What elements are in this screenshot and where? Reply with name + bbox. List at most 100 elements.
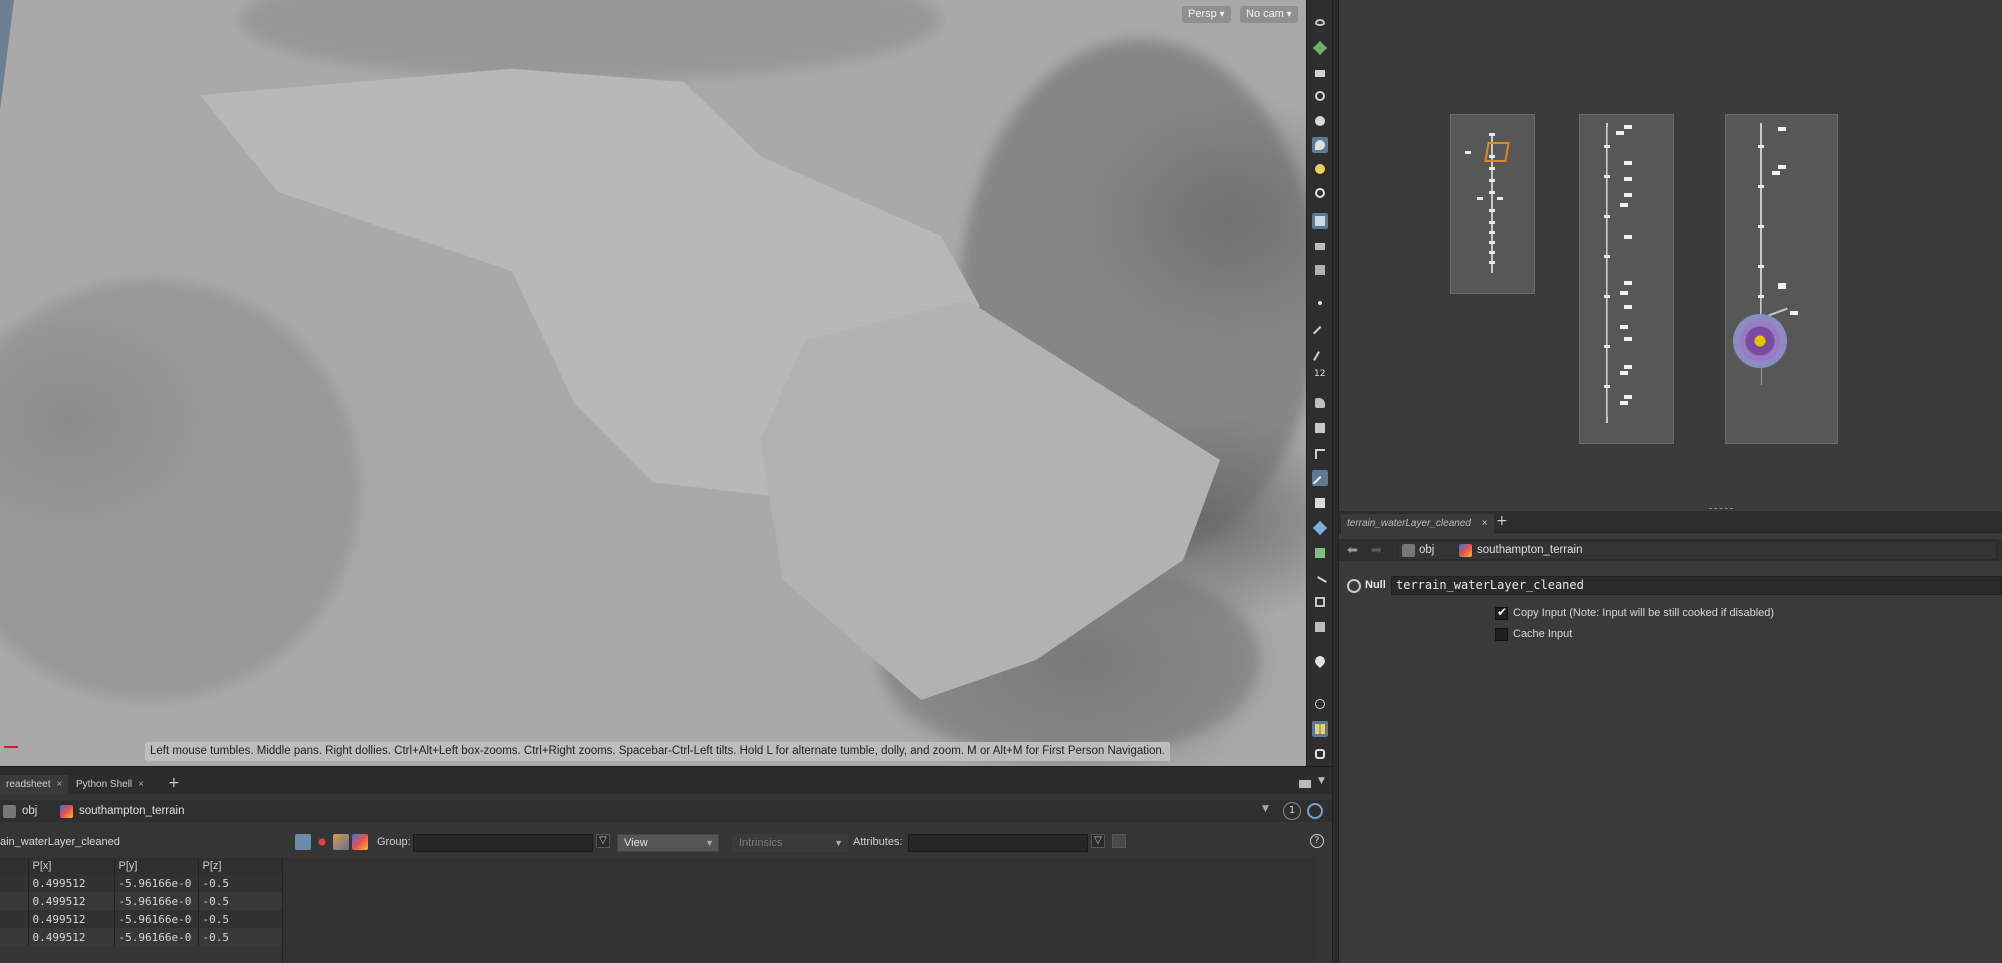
path-dropdown-icon[interactable]: ▼ [1262, 804, 1269, 814]
view-icon[interactable] [1312, 137, 1328, 153]
link-icon[interactable] [1307, 803, 1323, 819]
geo-icon[interactable] [1312, 40, 1328, 56]
table-row[interactable]: 0.499512 -5.96166e-0 -0.5 [0, 874, 283, 892]
lock-icon[interactable] [1312, 64, 1328, 80]
light-icon[interactable] [1312, 161, 1328, 177]
forward-arrow-icon[interactable]: ➡ [1371, 543, 1382, 558]
cell-px: 0.499512 [28, 874, 115, 892]
cell-py: -5.96166e-0 [114, 892, 199, 910]
perspective-dropdown[interactable]: Persp [1182, 6, 1231, 23]
select-icon[interactable] [1312, 470, 1328, 491]
node-name-field[interactable]: terrain_waterLayer_cleaned [1391, 576, 2002, 595]
info-icon[interactable] [1312, 696, 1328, 712]
cell-px: 0.499512 [28, 928, 115, 946]
column-header[interactable]: P[x] [28, 858, 115, 874]
pane-menu-icon[interactable] [1299, 780, 1311, 788]
back-arrow-icon[interactable]: ⬅ [1347, 543, 1358, 558]
node-gear-icon[interactable] [1347, 579, 1361, 593]
eye-icon[interactable] [1312, 16, 1328, 32]
obj-icon [3, 805, 16, 818]
selected-node-ring[interactable] [1733, 314, 1787, 368]
render-icon[interactable] [1312, 262, 1328, 278]
table-header-row: P[x] P[y] P[z] [0, 858, 283, 874]
path-obj[interactable]: obj [22, 803, 37, 820]
tab-close-icon[interactable]: × [1482, 518, 1488, 529]
attributes-field[interactable] [908, 834, 1088, 852]
point-icon[interactable] [1312, 295, 1328, 311]
cell-pz: -0.5 [198, 928, 283, 946]
chevron-down-icon[interactable]: ▼ [1318, 776, 1325, 786]
viewport-toolbar: 12 [1306, 0, 1332, 766]
sphere-icon[interactable] [1312, 113, 1328, 129]
vis-icon[interactable] [1312, 213, 1328, 229]
view-dropdown[interactable]: View ▼ [617, 834, 719, 852]
node-type-label: Null [1365, 579, 1386, 591]
terrain-urban-area [0, 280, 360, 700]
intrinsics-dropdown[interactable]: Intrinsics ▼ [732, 834, 848, 852]
network-box-left[interactable] [1450, 114, 1535, 294]
help-icon[interactable]: ? [1310, 834, 1324, 848]
network-box-right[interactable] [1725, 114, 1838, 444]
tab-close-icon[interactable]: × [56, 779, 62, 790]
group-filter-icon[interactable]: ▽ [596, 834, 610, 848]
copy-input-checkbox[interactable] [1495, 605, 1508, 620]
wire-icon[interactable] [1312, 594, 1328, 610]
paint-icon[interactable] [1312, 395, 1328, 411]
network-box-middle[interactable] [1579, 114, 1674, 444]
group-field[interactable] [413, 834, 593, 852]
viewport-hint-text: Left mouse tumbles. Middle pans. Right d… [145, 742, 1170, 761]
tab-node-params[interactable]: terrain_waterLayer_cleaned × [1341, 514, 1494, 533]
pane-split-vertical[interactable] [1332, 0, 1339, 963]
ground-icon[interactable] [1312, 545, 1328, 561]
add-tab-icon[interactable]: + [168, 775, 180, 791]
tab-spreadsheet[interactable]: readsheet × [0, 775, 69, 794]
bone-icon[interactable] [1312, 570, 1328, 590]
cell-py: -5.96166e-0 [114, 910, 199, 928]
display-icon[interactable] [1312, 746, 1328, 762]
cache-input-checkbox[interactable] [1495, 628, 1508, 641]
cell-px: 0.499512 [28, 910, 115, 928]
stamp-icon[interactable] [1312, 420, 1328, 436]
material-icon[interactable] [1312, 520, 1328, 536]
camera-icon[interactable] [1312, 238, 1328, 254]
texture-icon[interactable] [1312, 495, 1328, 511]
path-obj[interactable]: obj [1419, 542, 1434, 559]
spreadsheet-empty-area [282, 858, 1316, 962]
geometry-spreadsheet-pane: readsheet × Python Shell × + ▼ obj southam… [0, 774, 1332, 963]
primitives-mode-icon[interactable] [333, 834, 349, 850]
detail-mode-icon[interactable] [352, 834, 368, 850]
camera-dropdown[interactable]: No cam [1240, 6, 1298, 23]
node-label: ain_waterLayer_cleaned [0, 836, 120, 848]
scene-viewport[interactable]: Persp No cam Left mouse tumbles. Middle … [0, 0, 1306, 766]
brush-icon[interactable] [1312, 345, 1328, 365]
number-icon[interactable]: 12 [1312, 368, 1328, 384]
column-header[interactable]: P[z] [198, 858, 283, 874]
table-row[interactable]: 0.499512 -5.96166e-0 -0.5 [0, 928, 283, 946]
tab-label: terrain_waterLayer_cleaned [1347, 518, 1471, 529]
snap-icon[interactable] [1312, 88, 1328, 104]
add-tab-icon[interactable]: + [1496, 513, 1508, 529]
path-node[interactable]: southampton_terrain [1477, 542, 1582, 559]
points-mode-icon[interactable] [295, 834, 311, 850]
group-label: Group: [377, 836, 411, 848]
path-node[interactable]: southampton_terrain [79, 803, 184, 820]
layout-icon[interactable] [1312, 721, 1328, 737]
pane-split-horizontal[interactable] [0, 766, 1332, 774]
table-row[interactable]: 0.499512 -5.96166e-0 -0.5 [0, 892, 283, 910]
curve-icon[interactable] [1312, 446, 1328, 462]
light-alt-icon[interactable] [1312, 185, 1328, 201]
attributes-filter-icon[interactable]: ▽ [1091, 834, 1105, 848]
vertices-mode-icon[interactable] [314, 834, 330, 850]
tab-close-icon[interactable]: × [138, 779, 144, 790]
spreadsheet-table: P[x] P[y] P[z] 0.499512 -5.96166e-0 -0.5… [0, 858, 283, 946]
column-options-icon[interactable] [1112, 834, 1126, 848]
tab-python-shell[interactable]: Python Shell × [70, 775, 150, 794]
pin-badge[interactable]: 1 [1283, 802, 1301, 820]
column-header[interactable]: P[y] [114, 858, 199, 874]
table-row[interactable]: 0.499512 -5.96166e-0 -0.5 [0, 910, 283, 928]
store-icon[interactable] [1312, 619, 1328, 635]
pin-icon[interactable] [1312, 653, 1328, 669]
edge-icon[interactable] [1312, 320, 1328, 341]
network-editor[interactable] [1339, 0, 2002, 511]
cache-input-label: Cache Input [1513, 628, 1573, 640]
